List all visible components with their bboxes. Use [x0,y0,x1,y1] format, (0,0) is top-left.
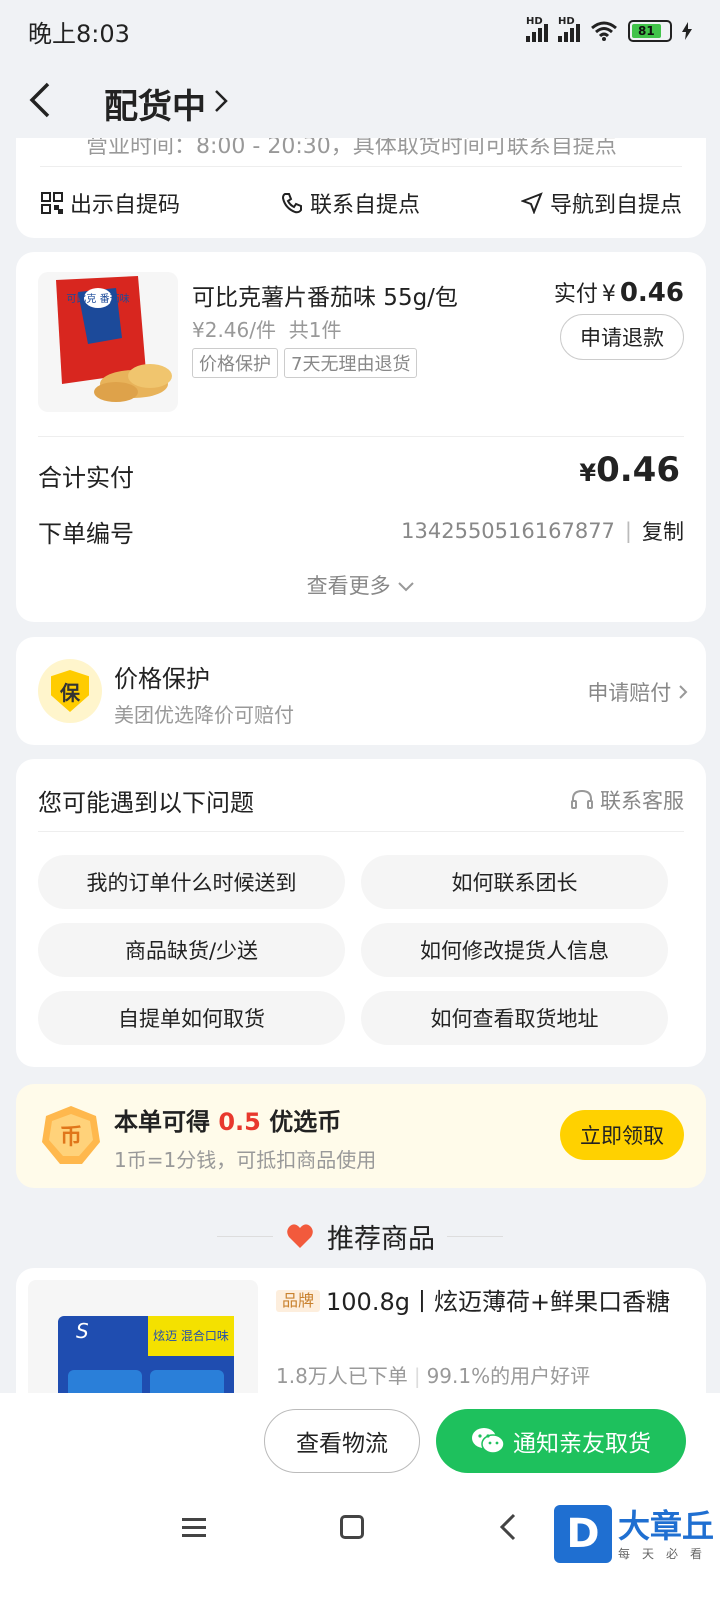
coin-title: 本单可得 0.5 优选币 [114,1108,342,1136]
faq-title: 您可能遇到以下问题 [38,789,254,817]
product-tags: 价格保护 7天无理由退货 [192,348,418,378]
headset-icon [571,789,593,809]
recommended-product-stats: 1.8万人已下单 | 99.1%的用户好评 [276,1364,591,1388]
recommended-product-image[interactable]: 炫迈 混合口味 S [28,1280,258,1408]
faq-question-grid: 我的订单什么时候送到 如何联系团长 商品缺货/少送 如何修改提货人信息 自提单如… [38,855,684,1045]
view-logistics-button[interactable]: 查看物流 [264,1409,420,1473]
signal-icon: HD [526,16,548,42]
coin-subtitle: 1币=1分钱，可抵扣商品使用 [114,1148,377,1172]
tag-7day-return: 7天无理由退货 [284,348,418,378]
price-protection-card[interactable]: 保 价格保护 美团优选降价可赔付 申请赔付 [16,637,706,745]
qrcode-icon [40,191,64,215]
charging-icon [682,22,692,40]
contact-store-button[interactable]: 联系自提点 [280,187,420,219]
chevron-right-icon[interactable] [214,86,228,121]
total-amount: ¥0.46 [579,450,680,490]
divider [447,1235,503,1237]
svg-text:S: S [76,1319,89,1343]
faq-question[interactable]: 商品缺货/少送 [38,923,345,977]
product-name[interactable]: 可比克薯片番茄味 55g/包 [192,278,458,312]
view-more-button[interactable]: 查看更多 [16,570,706,600]
faq-question[interactable]: 如何修改提货人信息 [361,923,668,977]
home-icon[interactable] [340,1515,364,1539]
phone-icon [280,191,304,215]
notify-friends-button[interactable]: 通知亲友取货 [436,1409,686,1473]
faq-question[interactable]: 自提单如何取货 [38,991,345,1045]
svg-text:可比克 番茄味: 可比克 番茄味 [66,292,129,305]
order-card: 可比克 番茄味 可比克薯片番茄味 55g/包 ¥2.46/件 共1件 价格保护 … [16,252,706,622]
total-label: 合计实付 [38,464,134,492]
navigate-to-store-button[interactable]: 导航到自提点 [520,187,682,219]
recommended-product-card[interactable]: 炫迈 混合口味 S 品牌 100.8g丨炫迈薄荷+鲜果口香糖 1.8万人已下单 | 9… [16,1268,706,1408]
divider [217,1235,273,1237]
page-title[interactable]: 配货中 [104,79,206,128]
coin-reward-card: 币 本单可得 0.5 优选币 1币=1分钱，可抵扣商品使用 立即领取 [16,1084,706,1188]
order-number-label: 下单编号 [38,520,134,548]
bottom-action-bar: 查看物流 通知亲友取货 [0,1393,720,1493]
divider [38,831,684,832]
svg-text:币: 币 [60,1125,82,1150]
chevron-right-icon [679,685,688,699]
status-time: 晚上8:03 [28,19,130,48]
navigation-icon [520,191,544,215]
faq-question[interactable]: 我的订单什么时候送到 [38,855,345,909]
recommend-title: 推荐商品 [327,1223,435,1255]
order-number: 1342550516167877 | 复制 [401,516,684,546]
copy-button[interactable]: 复制 [642,516,684,546]
faq-question[interactable]: 如何联系团长 [361,855,668,909]
store-actions: 出示自提码 联系自提点 导航到自提点 [40,166,682,238]
claim-coin-button[interactable]: 立即领取 [560,1110,684,1160]
wechat-icon [472,1428,505,1454]
svg-text:炫迈 混合口味: 炫迈 混合口味 [153,1328,229,1343]
pickup-store-card: 营业时间：8:00 - 20:30，具体取货时间可联系自提点 出示自提码 联系自… [16,138,706,238]
back-icon[interactable] [26,80,86,127]
wifi-icon [591,21,617,41]
paid-amount: 实付 ¥0.46 [553,278,684,308]
status-bar: 晚上8:03 HD HD 81 [0,0,720,62]
nav-bar: 配货中 [0,66,720,140]
battery-icon: 81 [628,20,672,42]
coin-icon: 币 [38,1102,104,1168]
watermark-d-icon: D [553,1505,612,1563]
refund-button[interactable]: 申请退款 [560,314,684,360]
shield-icon: 保 [38,659,102,723]
system-nav-bar: D 大章丘 每天必看 [0,1493,720,1600]
divider [38,436,684,437]
protection-subtitle: 美团优选降价可赔付 [114,703,294,727]
faq-card: 您可能遇到以下问题 联系客服 我的订单什么时候送到 如何联系团长 商品缺货/少送… [16,759,706,1067]
show-pickup-code-button[interactable]: 出示自提码 [40,187,180,219]
brand-tag: 品牌 [276,1290,321,1312]
heart-icon [287,1224,313,1248]
signal-icon: HD [558,16,580,42]
recommended-product-name[interactable]: 品牌 100.8g丨炫迈薄荷+鲜果口香糖 [276,1284,676,1320]
watermark-logo: D 大章丘 每天必看 [553,1505,714,1563]
apply-compensation-link[interactable]: 申请赔付 [587,677,688,707]
product-image[interactable]: 可比克 番茄味 [38,272,178,412]
store-hours: 营业时间：8:00 - 20:30，具体取货时间可联系自提点 [86,138,617,159]
tag-price-protect: 价格保护 [192,348,278,378]
customer-service-button[interactable]: 联系客服 [570,785,684,815]
menu-icon[interactable] [180,1515,208,1541]
back-icon[interactable] [498,1511,518,1543]
faq-question[interactable]: 如何查看取货地址 [361,991,668,1045]
product-unit-price: ¥2.46/件 共1件 [192,318,342,342]
recommend-header: 推荐商品 [0,1214,720,1258]
chevron-down-icon [398,582,415,592]
status-icons: HD HD 81 [526,16,692,42]
protection-title: 价格保护 [114,665,210,693]
